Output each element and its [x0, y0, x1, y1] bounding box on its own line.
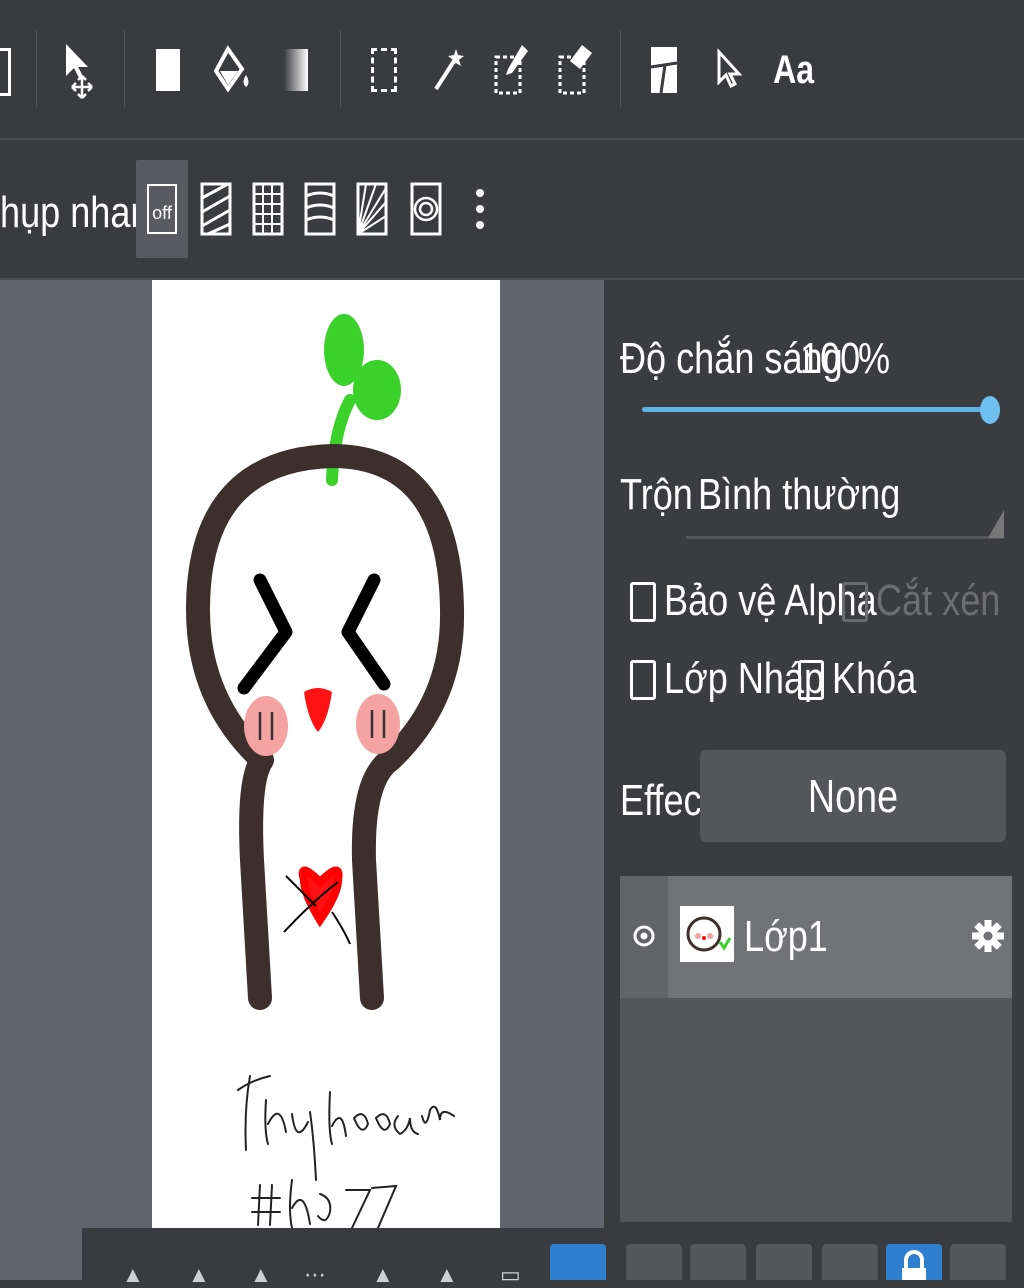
- effect-button[interactable]: None: [700, 750, 1006, 842]
- opacity-slider-handle[interactable]: [980, 396, 1000, 424]
- selection-eraser-icon[interactable]: [548, 36, 604, 104]
- effect-label: Effect: [620, 776, 712, 825]
- snap-off-icon: off: [147, 184, 177, 234]
- pen-icon[interactable]: ▲: [188, 1262, 210, 1288]
- layer-settings-button[interactable]: [968, 908, 1008, 964]
- canvas-icon[interactable]: ▭: [500, 1262, 521, 1288]
- character-drawing: [186, 314, 465, 1229]
- layer-panel-toggle-icon[interactable]: [0, 48, 11, 96]
- curve-lines-icon: [304, 182, 336, 236]
- radial-lines-snap-button[interactable]: [346, 160, 398, 258]
- drawing-paper[interactable]: [152, 280, 500, 1240]
- layer-thumbnail: [680, 906, 734, 962]
- gear-icon: [972, 920, 1004, 952]
- clipping-checkbox[interactable]: [842, 582, 868, 622]
- eraser-icon[interactable]: ▲: [250, 1262, 272, 1288]
- undo-icon[interactable]: ▲: [372, 1262, 394, 1288]
- more-options-icon: [476, 189, 484, 229]
- lock-icon: [902, 1250, 926, 1280]
- more-options-button[interactable]: [456, 160, 504, 258]
- dotted-icon[interactable]: ⋯: [304, 1262, 326, 1288]
- text-icon[interactable]: Aa: [764, 36, 824, 104]
- snap-off-button[interactable]: off: [136, 160, 188, 258]
- gradient-icon[interactable]: [268, 36, 324, 104]
- snap-off-label: off: [152, 203, 172, 223]
- blend-label: Trộn: [620, 470, 693, 519]
- parallel-lines-snap-button[interactable]: [190, 160, 242, 258]
- opacity-slider[interactable]: [642, 407, 990, 412]
- fill-rectangle-icon[interactable]: [140, 36, 196, 104]
- layer-name[interactable]: Lớp1: [744, 912, 828, 962]
- frame-divider-icon[interactable]: [636, 36, 692, 104]
- clipping-label: Cắt xén: [876, 576, 1001, 625]
- blend-mode-underline: [686, 536, 1004, 539]
- main-toolbar: Aa: [0, 0, 1024, 138]
- toolbar-divider: [340, 30, 341, 108]
- paint-bucket-icon[interactable]: [204, 36, 260, 104]
- opacity-value: 100: [800, 334, 861, 383]
- redo-icon[interactable]: ▲: [436, 1262, 458, 1288]
- lock-layer-button[interactable]: [886, 1244, 942, 1280]
- alpha-protect-checkbox[interactable]: [630, 582, 656, 622]
- lock-label: Khóa: [832, 654, 917, 703]
- more-layer-options-button[interactable]: [950, 1244, 1006, 1280]
- dropdown-arrow-icon[interactable]: [988, 510, 1004, 538]
- grid-icon: [252, 182, 284, 236]
- lock-checkbox[interactable]: [798, 660, 824, 700]
- blend-mode-select[interactable]: Bình thường: [698, 470, 900, 520]
- curve-lines-snap-button[interactable]: [294, 160, 346, 258]
- move-transform-icon[interactable]: [52, 36, 108, 104]
- dashed-selection-icon[interactable]: [356, 36, 412, 104]
- toolbar-divider: [36, 30, 37, 108]
- add-layer-button[interactable]: [626, 1244, 682, 1280]
- magic-wand-icon[interactable]: [420, 36, 476, 104]
- move-layer-button[interactable]: [756, 1244, 812, 1280]
- toolbar-divider: [124, 30, 125, 108]
- delete-layer-button[interactable]: [690, 1244, 746, 1280]
- concentric-circles-icon: [410, 182, 442, 236]
- merge-layer-button[interactable]: [822, 1244, 878, 1280]
- eye-icon: [633, 925, 655, 947]
- opacity-unit: %: [858, 334, 891, 383]
- layer-visibility-toggle[interactable]: [620, 876, 668, 998]
- text-tool-label: Aa: [773, 47, 815, 92]
- grid-snap-button[interactable]: [242, 160, 294, 258]
- draft-layer-checkbox[interactable]: [630, 660, 656, 700]
- effect-value: None: [807, 770, 899, 822]
- parallel-lines-icon: [200, 182, 232, 236]
- selection-pen-icon[interactable]: [484, 36, 540, 104]
- brush-icon[interactable]: ▲: [122, 1262, 144, 1288]
- toolbar-divider: [620, 30, 621, 108]
- concentric-snap-button[interactable]: [400, 160, 452, 258]
- layers-button[interactable]: [550, 1244, 606, 1280]
- cursor-arrow-icon[interactable]: [700, 36, 756, 104]
- radial-lines-icon: [356, 182, 388, 236]
